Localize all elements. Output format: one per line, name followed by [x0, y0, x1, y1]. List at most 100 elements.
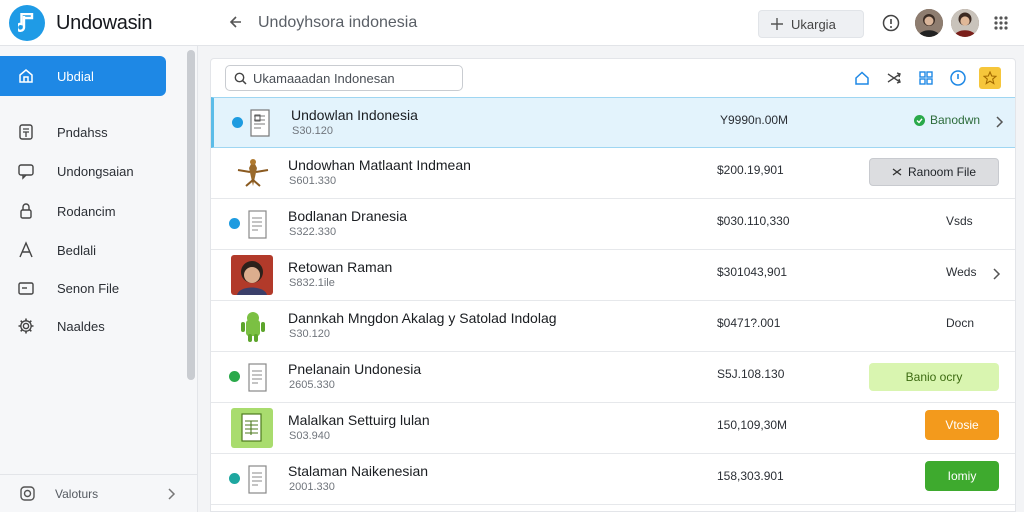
top-bar: Undowasin Undoyhsora indonesia Ukargia — [0, 0, 1024, 46]
file-size: S5J.108.130 — [717, 367, 785, 381]
file-meta: S03.940 — [289, 430, 330, 442]
action-button[interactable]: Banio ocry — [869, 363, 999, 391]
file-meta: S832.1ile — [289, 277, 335, 289]
sidebar-item-label: Pndahss — [57, 124, 108, 140]
document-icon — [247, 104, 275, 144]
status-label: Vsds — [946, 214, 973, 228]
file-size: $030.110,330 — [717, 214, 790, 228]
lock-icon — [16, 201, 36, 221]
sidebar-footer-label: Valoturs — [55, 486, 99, 501]
sidebar-item-label: Naaldes — [57, 318, 105, 334]
back-button[interactable] — [224, 10, 246, 34]
file-meta: S322.330 — [289, 226, 337, 238]
info-tool-icon[interactable] — [947, 67, 969, 89]
home-tool-icon[interactable] — [851, 67, 873, 89]
chat-icon — [16, 161, 36, 181]
sidebar-item-label: Rodancim — [57, 203, 116, 219]
file-size: $200.19,901 — [717, 163, 784, 177]
chevron-right-icon — [168, 487, 180, 501]
file-name: Stalaman Naikenesian — [288, 463, 429, 479]
file-meta: 2605.330 — [289, 379, 335, 391]
sidebar-item-rodancim[interactable]: Rodancim — [0, 192, 186, 230]
file-size: Y9990n.00M — [720, 113, 789, 127]
table-row[interactable]: Retowan Raman S832.1ile $301043,901 Weds — [211, 250, 1015, 301]
window-title: Undoyhsora indonesia — [258, 14, 418, 31]
app-title: Undowasin — [56, 12, 153, 34]
sidebar-item-undongsaian[interactable]: Undongsaian — [0, 152, 186, 190]
table-row[interactable]: Bodlanan Dranesia S322.330 $030.110,330 … — [211, 199, 1015, 250]
folder-icon — [16, 278, 36, 298]
file-name: Undowlan Indonesia — [291, 107, 418, 123]
sidebar-footer-item[interactable]: Valoturs — [0, 474, 198, 512]
file-name: Bodlanan Dranesia — [288, 208, 408, 224]
spreadsheet-icon — [231, 408, 273, 448]
action-button[interactable]: Vtosie — [925, 410, 999, 440]
random-file-button[interactable]: Ranoom File — [869, 158, 999, 186]
android-icon — [231, 307, 275, 347]
file-list-panel: Undowlan Indonesia S30.120 Y9990n.00M Ba… — [210, 58, 1016, 512]
avatar-secondary[interactable] — [951, 9, 979, 37]
chevron-right-icon[interactable] — [991, 267, 1003, 281]
search-field[interactable] — [225, 65, 463, 91]
file-size: $0471?.001 — [717, 316, 781, 330]
sidebar-item-pndahss[interactable]: Pndahss — [0, 113, 186, 151]
status-label: Docn — [946, 316, 975, 330]
sidebar-item-label: Ubdial — [57, 68, 94, 84]
status-dot — [232, 117, 243, 128]
file-name: Retowan Raman — [288, 259, 393, 275]
table-row[interactable]: Undowhan Matlaant Indmean S601.330 $200.… — [211, 148, 1015, 199]
sidebar-item-naaldes[interactable]: Naaldes — [0, 307, 186, 345]
file-name: Dannkah Mngdon Akalag y Satolad Indolag — [288, 310, 557, 326]
info-icon[interactable] — [880, 12, 902, 34]
file-meta: S601.330 — [289, 175, 337, 187]
file-meta: 2001.330 — [289, 481, 335, 493]
file-size: 158,303.901 — [717, 469, 784, 483]
button-label: Ranoom File — [907, 165, 977, 179]
action-button[interactable]: Iomiy — [925, 461, 999, 491]
grid-view-icon[interactable] — [915, 67, 937, 89]
table-row[interactable]: Stalaman Naikenesian 2001.330 158,303.90… — [211, 454, 1015, 505]
search-input[interactable] — [253, 70, 453, 86]
file-size: $301043,901 — [717, 265, 788, 279]
app-logo-icon[interactable] — [9, 5, 45, 41]
document-icon — [244, 460, 272, 500]
move-icon — [771, 18, 783, 30]
sidebar-item-bedlali[interactable]: Bedlali — [0, 231, 186, 269]
text-icon — [16, 240, 36, 260]
shuffle-icon[interactable] — [883, 67, 905, 89]
avatar[interactable] — [915, 9, 943, 37]
document-icon — [16, 122, 36, 142]
document-icon — [244, 358, 272, 398]
status-dot — [229, 218, 240, 229]
sidebar-item-senon-file[interactable]: Senon File — [0, 269, 186, 307]
table-row[interactable]: Pnelanain Undonesia 2605.330 S5J.108.130… — [211, 352, 1015, 403]
sidebar-item-label: Undongsaian — [57, 163, 134, 179]
table-row[interactable]: Malalkan Settuirg lulan S03.940 150,109,… — [211, 403, 1015, 454]
file-name: Pnelanain Undonesia — [288, 361, 422, 377]
sidebar-item-ubdial[interactable]: Ubdial — [0, 56, 166, 96]
apps-grid-icon[interactable] — [990, 12, 1012, 34]
file-meta: S30.120 — [292, 125, 333, 137]
table-row[interactable]: Dannkah Mngdon Akalag y Satolad Indolag … — [211, 301, 1015, 352]
file-size: 150,109,30M — [717, 418, 788, 432]
table-row[interactable]: Undowlan Indonesia S30.120 Y9990n.00M Ba… — [211, 97, 1015, 148]
arrow-left-icon — [229, 16, 241, 28]
status-dot — [229, 371, 240, 382]
status-dot — [229, 473, 240, 484]
status-label: Weds — [946, 265, 977, 279]
home-icon — [16, 66, 36, 86]
document-icon — [244, 205, 272, 245]
chevron-right-icon[interactable] — [994, 115, 1006, 129]
camera-icon — [17, 484, 37, 504]
status-badge: Banodwn — [914, 113, 980, 127]
check-circle-icon — [914, 114, 925, 126]
file-meta: S30.120 — [289, 328, 330, 340]
sidebar-item-label: Senon File — [57, 280, 120, 296]
header-search-button[interactable]: Ukargia — [758, 10, 864, 38]
person-photo-thumbnail — [231, 255, 273, 295]
sidebar-scrollbar[interactable] — [187, 50, 195, 380]
star-tool-icon[interactable] — [979, 67, 1001, 89]
shuffle-icon — [892, 168, 902, 176]
search-icon — [234, 72, 247, 85]
status-label: Banodwn — [930, 113, 981, 127]
